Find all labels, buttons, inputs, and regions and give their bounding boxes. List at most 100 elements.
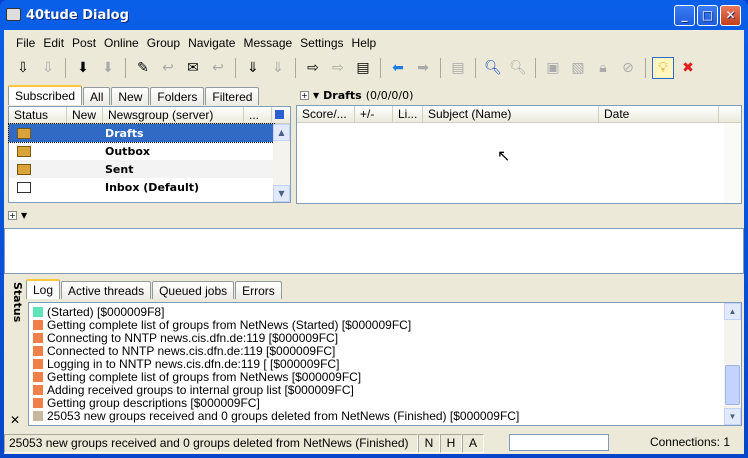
log-scroll-thumb[interactable]	[725, 365, 740, 405]
mark-button[interactable]: ▧	[567, 57, 589, 79]
tab-log[interactable]: Log	[26, 279, 61, 299]
col-newsgroup[interactable]: Newsgroup (server)	[103, 107, 244, 123]
search-disabled-button[interactable]: 🔍︎	[507, 57, 529, 79]
log-status-icon	[33, 319, 43, 330]
forward-button[interactable]: ➡	[412, 57, 434, 79]
menu-post[interactable]: Post	[68, 36, 100, 50]
reply-email-button[interactable]: ↩	[207, 57, 229, 79]
status-close-icon[interactable]: ✕	[10, 413, 20, 427]
tab-subscribed[interactable]: Subscribed	[8, 85, 83, 105]
send-all-button[interactable]: ▤	[352, 57, 374, 79]
toolbar-separator	[235, 58, 236, 78]
tab-errors[interactable]: Errors	[235, 281, 282, 299]
send-icon: ⇨	[307, 60, 319, 76]
new-post-button[interactable]: ✎	[132, 57, 154, 79]
group-row[interactable]: Sent	[9, 160, 274, 178]
group-row[interactable]: Drafts	[8, 123, 275, 143]
group-counts: (0/0/0/0)	[365, 88, 414, 102]
menu-navigate[interactable]: Navigate	[184, 36, 239, 50]
log-list: (Started) [$000009F8] Getting complete li…	[28, 302, 742, 426]
maximize-button[interactable]: □	[697, 5, 718, 26]
reply-button[interactable]: ↩	[157, 57, 179, 79]
log-entry: Connected to NNTP news.cis.dfn.de:119 [$…	[29, 343, 741, 358]
preview-dropdown-icon[interactable]: ▼	[21, 211, 27, 220]
close-button[interactable]: ✕	[720, 5, 741, 26]
download-disabled-button[interactable]: ⬇	[97, 57, 119, 79]
message-list-scrollbar[interactable]	[724, 123, 741, 203]
tab-filtered[interactable]: Filtered	[205, 87, 260, 105]
fetch-disabled-button[interactable]: ⇓	[267, 57, 289, 79]
group-row[interactable]: Inbox (Default)	[9, 178, 274, 196]
fetch-button[interactable]: ⇓	[242, 57, 264, 79]
finished-icon	[33, 410, 43, 421]
log-text: Getting complete list of groups from Net…	[47, 369, 362, 384]
log-text: Connected to NNTP news.cis.dfn.de:119 [$…	[47, 343, 336, 358]
col-date[interactable]: Date	[599, 106, 719, 122]
search-button[interactable]: 🔍︎	[482, 57, 504, 79]
lock-button[interactable]: 🔒︎	[592, 57, 614, 79]
col-status[interactable]: Status	[9, 107, 67, 123]
menu-help[interactable]: Help	[348, 36, 381, 50]
message-list: Score/... +/- Li... Subject (Name) Date …	[296, 105, 742, 204]
status-side-label: Status	[11, 282, 24, 323]
email-button[interactable]: ✉	[182, 57, 204, 79]
col-new[interactable]: New	[67, 107, 103, 123]
scroll-up-button[interactable]: ▲	[273, 124, 290, 141]
get-headers-disabled-button[interactable]: ⇩	[37, 57, 59, 79]
lightbulb-button[interactable]: 💡︎	[652, 57, 674, 79]
col-plusminus[interactable]: +/-	[355, 106, 393, 122]
tab-new[interactable]: New	[111, 87, 150, 105]
download-button[interactable]: ⬇	[72, 57, 94, 79]
column-chooser-icon[interactable]	[275, 110, 284, 119]
col-more[interactable]: ...	[244, 107, 272, 123]
send-disabled-button[interactable]: ⇨	[327, 57, 349, 79]
group-list: Status New Newsgroup (server) ... Drafts…	[8, 106, 291, 203]
minimize-button[interactable]: _	[674, 5, 695, 26]
group-list-scrollbar[interactable]: ▲ ▼	[273, 124, 290, 202]
stop-icon: ✖	[682, 60, 694, 76]
toolbar: ⇩ ⇩ ⬇ ⬇ ✎ ↩ ✉ ↩ ⇓ ⇓ ⇨ ⇨ ▤ ⬅ ➡ ▤ 🔍︎ 🔍︎ ▣ ▧ 🔒︎ ⊘ 💡︎ ✖	[4, 54, 744, 82]
tab-folders[interactable]: Folders	[150, 87, 205, 105]
connections-count: Connections: 1	[649, 435, 730, 449]
col-lines[interactable]: Li...	[393, 106, 423, 122]
fetch-icon: ⇓	[247, 60, 259, 76]
col-subject[interactable]: Subject (Name)	[423, 106, 599, 122]
group-row[interactable]: Outbox	[9, 142, 274, 160]
get-headers-button[interactable]: ⇩	[12, 57, 34, 79]
col-score[interactable]: Score/...	[297, 106, 355, 122]
menu-file[interactable]: File	[12, 36, 39, 50]
tab-queued-jobs[interactable]: Queued jobs	[152, 281, 235, 299]
log-scroll-down[interactable]: ▼	[724, 408, 741, 425]
dropdown-arrow-icon[interactable]: ▼	[313, 91, 319, 100]
lock-icon: 🔒︎	[599, 60, 607, 76]
email-icon: ✉	[187, 60, 199, 76]
tab-active-threads[interactable]: Active threads	[61, 281, 152, 299]
group-name: Sent	[105, 162, 134, 176]
menu-group[interactable]: Group	[143, 36, 184, 50]
expand-icon[interactable]: +	[300, 90, 309, 100]
get-headers-icon: ⇩	[17, 60, 29, 76]
status-tabs: Log Active threads Queued jobs Errors	[26, 279, 282, 299]
article-button[interactable]: ▤	[447, 57, 469, 79]
toolbar-separator	[535, 58, 536, 78]
log-scrollbar[interactable]: ▲ ▼	[724, 303, 741, 425]
preview-expand-icon[interactable]: +	[8, 211, 17, 220]
back-button[interactable]: ⬅	[387, 57, 409, 79]
menu-message[interactable]: Message	[239, 36, 296, 50]
log-entry: Getting group descriptions [$000009FC]	[29, 396, 741, 410]
menu-settings[interactable]: Settings	[296, 36, 347, 50]
tab-all[interactable]: All	[83, 87, 111, 105]
send-button[interactable]: ⇨	[302, 57, 324, 79]
menu-edit[interactable]: Edit	[39, 36, 68, 50]
app-window: 40tude Dialog _ □ ✕ File Edit Post Online Gr…	[0, 0, 748, 458]
ignore-button[interactable]: ⊘	[617, 57, 639, 79]
stop-button[interactable]: ✖	[677, 57, 699, 79]
menu-online[interactable]: Online	[100, 36, 143, 50]
log-scroll-up[interactable]: ▲	[724, 303, 741, 320]
scroll-down-button[interactable]: ▼	[273, 185, 290, 202]
mark-read-button[interactable]: ▣	[542, 57, 564, 79]
reply-email-icon: ↩	[212, 60, 224, 76]
status-input[interactable]	[509, 434, 609, 451]
log-status-icon	[33, 397, 43, 408]
message-list-header: Score/... +/- Li... Subject (Name) Date	[297, 106, 741, 123]
